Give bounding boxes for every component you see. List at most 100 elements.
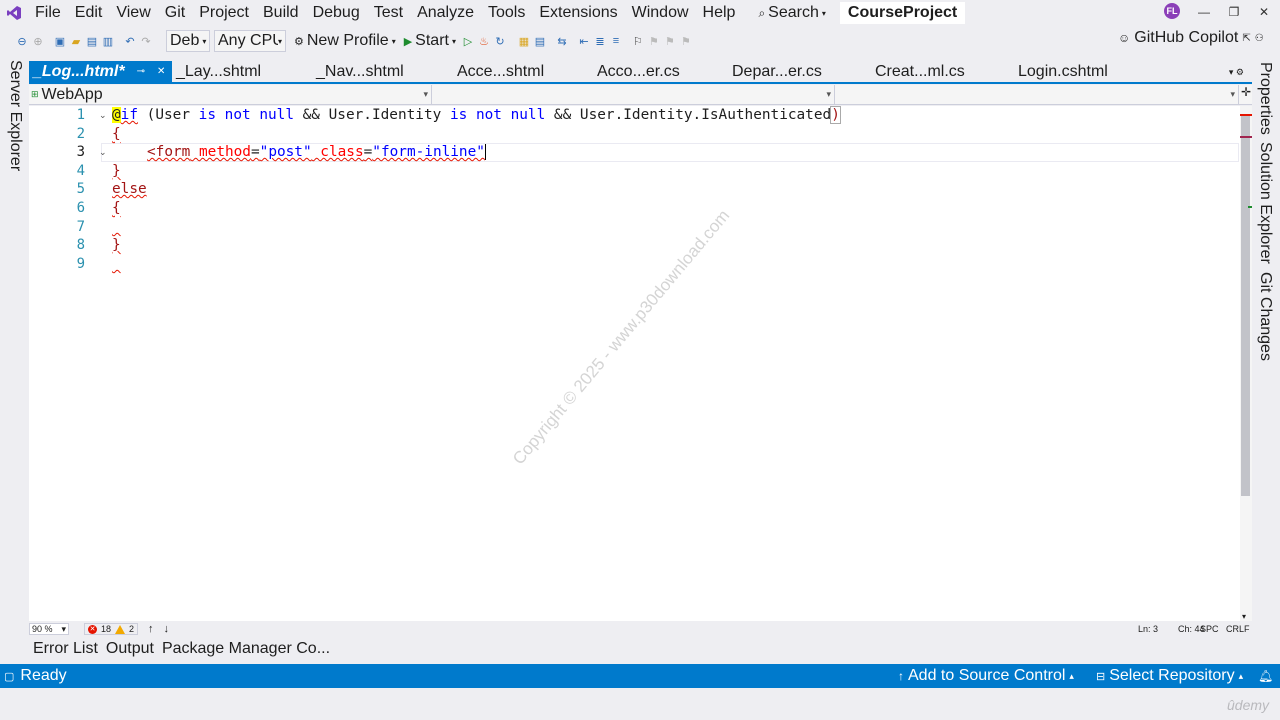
format-icon[interactable]: ⇤ [578, 35, 590, 48]
tab-overflow-icon[interactable]: ▾ ⚙ [1229, 67, 1244, 78]
redo-icon[interactable]: ↷ [140, 35, 152, 48]
issues-indicator[interactable]: ✕ 18 2 [84, 623, 139, 635]
split-icon[interactable]: ✛ [1241, 85, 1251, 104]
previous-issue-icon[interactable]: ↑ [148, 623, 154, 635]
add-to-source-control-button[interactable]: ↑ Add to Source Control ▴ [898, 667, 1074, 685]
menu-analyze[interactable]: Analyze [410, 0, 481, 26]
error-icon: ✕ [88, 624, 97, 634]
git-changes-tab[interactable]: Git Changes [1256, 272, 1274, 361]
bookmark-next-icon[interactable]: ⚑ [664, 35, 676, 48]
undo-icon[interactable]: ↶ [124, 35, 136, 48]
github-copilot-button[interactable]: ☺ GitHub Copilot ⇱ ⚇ [1118, 29, 1264, 47]
account-avatar[interactable]: FL [1164, 3, 1180, 19]
copilot-icon: ☺ [1118, 31, 1131, 45]
start-button[interactable]: ▶ Start ▾ [400, 32, 460, 50]
line-indicator[interactable]: Ln: 3 [1138, 624, 1158, 634]
code-editor[interactable]: 1 2 3 4 5 6 7 8 9 ⌄ ⌄ @if (User is not n… [29, 106, 1240, 621]
tab-layout[interactable]: _Lay...shtml [172, 61, 312, 82]
new-item-icon[interactable]: ▣ [54, 35, 66, 48]
menu-help[interactable]: Help [696, 0, 743, 26]
tab-department-controller[interactable]: Depar...er.cs [728, 61, 871, 82]
configuration-dropdown[interactable]: Deb ▾ [166, 30, 210, 52]
line-number-gutter: 1 2 3 4 5 6 7 8 9 [29, 106, 89, 621]
close-icon[interactable]: ✕ [157, 66, 165, 77]
code-token: = [250, 144, 260, 160]
whitespace-indicator[interactable]: SPC [1200, 624, 1219, 634]
select-repository-button[interactable]: ⊟ Select Repository ▴ [1096, 667, 1243, 685]
collapse-icon[interactable]: ⌄ [99, 110, 107, 121]
tab-login[interactable]: Login.cshtml [1014, 61, 1154, 82]
notifications-icon[interactable]: 🔔︎ [1258, 669, 1273, 683]
project-dropdown[interactable]: ⊞ WebApp ▾ [29, 85, 432, 104]
search-box[interactable]: ⌕ Search ▾ [752, 4, 831, 22]
menu-edit[interactable]: Edit [68, 0, 110, 26]
close-window-icon[interactable]: ✕ [1248, 0, 1280, 24]
back-icon[interactable]: ⊖ [16, 35, 28, 48]
menu-project[interactable]: Project [192, 0, 256, 26]
tab-package-manager-console[interactable]: Package Manager Co... [158, 638, 334, 660]
line-ending-indicator[interactable]: CRLF [1226, 624, 1250, 634]
play-icon: ▶ [403, 35, 413, 48]
step-icon[interactable]: ⇆ [556, 35, 568, 48]
tab-access[interactable]: Acce...shtml [453, 61, 593, 82]
code-token: else [112, 181, 147, 197]
menu-window[interactable]: Window [625, 0, 696, 26]
code-line-6: { [112, 199, 121, 218]
type-dropdown[interactable]: ▾ [432, 85, 835, 104]
new-profile-button[interactable]: ⚙ New Profile ▾ [290, 32, 400, 50]
minimize-icon[interactable]: — [1188, 0, 1220, 24]
open-icon[interactable]: ▰ [70, 35, 82, 48]
scroll-down-icon[interactable]: ▾ [1242, 612, 1246, 621]
bookmark-clear-icon[interactable]: ⚑ [680, 35, 692, 48]
copilot-label: GitHub Copilot [1134, 29, 1239, 46]
menu-view[interactable]: View [109, 0, 157, 26]
tab-output[interactable]: Output [102, 638, 158, 660]
solution-explorer-tab[interactable]: Solution Explorer [1256, 142, 1274, 264]
start-without-debugging-icon[interactable]: ▷ [462, 35, 474, 48]
comment-icon[interactable]: ≣ [594, 35, 606, 48]
member-dropdown[interactable]: ▾ [835, 85, 1239, 104]
menu-test[interactable]: Test [367, 0, 410, 26]
menu-git[interactable]: Git [158, 0, 192, 26]
scrollbar-thumb[interactable] [1241, 116, 1250, 496]
tab-error-list[interactable]: Error List [29, 638, 102, 660]
uncomment-icon[interactable]: ≡ [610, 35, 622, 47]
server-explorer-tab[interactable]: Server Explorer [6, 60, 24, 171]
zoom-value: 90 % [32, 624, 53, 634]
browser-link-icon[interactable]: ▦ [518, 35, 530, 48]
zoom-dropdown[interactable]: 90 % ▾ [29, 623, 69, 635]
pin-icon[interactable]: ⊸ [137, 66, 145, 77]
hot-reload-icon[interactable]: ♨ [478, 35, 490, 48]
source-control-label: Add to Source Control [908, 667, 1066, 684]
bookmark-prev-icon[interactable]: ⚑ [648, 35, 660, 48]
tab-label: Creat...ml.cs [875, 62, 965, 80]
toolbox-icon[interactable]: ▤ [534, 35, 546, 48]
tab-create[interactable]: Creat...ml.cs [871, 61, 1014, 82]
forward-icon[interactable]: ⊕ [32, 35, 44, 48]
refresh-icon[interactable]: ↻ [494, 35, 506, 48]
bookmark-icon[interactable]: ⚐ [632, 35, 644, 48]
visual-studio-logo-icon[interactable] [0, 0, 28, 26]
next-issue-icon[interactable]: ↓ [164, 623, 170, 635]
properties-tab[interactable]: Properties [1256, 62, 1274, 135]
tab-nav[interactable]: _Nav...shtml [312, 61, 453, 82]
tab-label: Acco...er.cs [597, 62, 680, 80]
save-all-icon[interactable]: ▥ [102, 35, 114, 48]
project-name: WebApp [41, 85, 103, 103]
menu-file[interactable]: File [28, 0, 68, 26]
save-icon[interactable]: ▤ [86, 35, 98, 48]
platform-dropdown[interactable]: Any CPU ▾ [214, 30, 286, 52]
menu-extensions[interactable]: Extensions [532, 0, 624, 26]
tab-login-partial[interactable]: _Log...html* ⊸ ✕ [29, 61, 172, 82]
code-token: { [112, 200, 121, 216]
menu-tools[interactable]: Tools [481, 0, 532, 26]
menu-debug[interactable]: Debug [306, 0, 367, 26]
line-number: 6 [76, 200, 85, 216]
line-number: 2 [76, 126, 85, 142]
restore-icon[interactable]: ❐ [1218, 0, 1250, 24]
tab-account-controller[interactable]: Acco...er.cs [593, 61, 728, 82]
left-tool-strip: Server Explorer [0, 60, 28, 660]
menu-build[interactable]: Build [256, 0, 306, 26]
vertical-scrollbar[interactable]: ▾ [1240, 106, 1252, 621]
collapse-icon[interactable]: ⌄ [99, 147, 107, 158]
